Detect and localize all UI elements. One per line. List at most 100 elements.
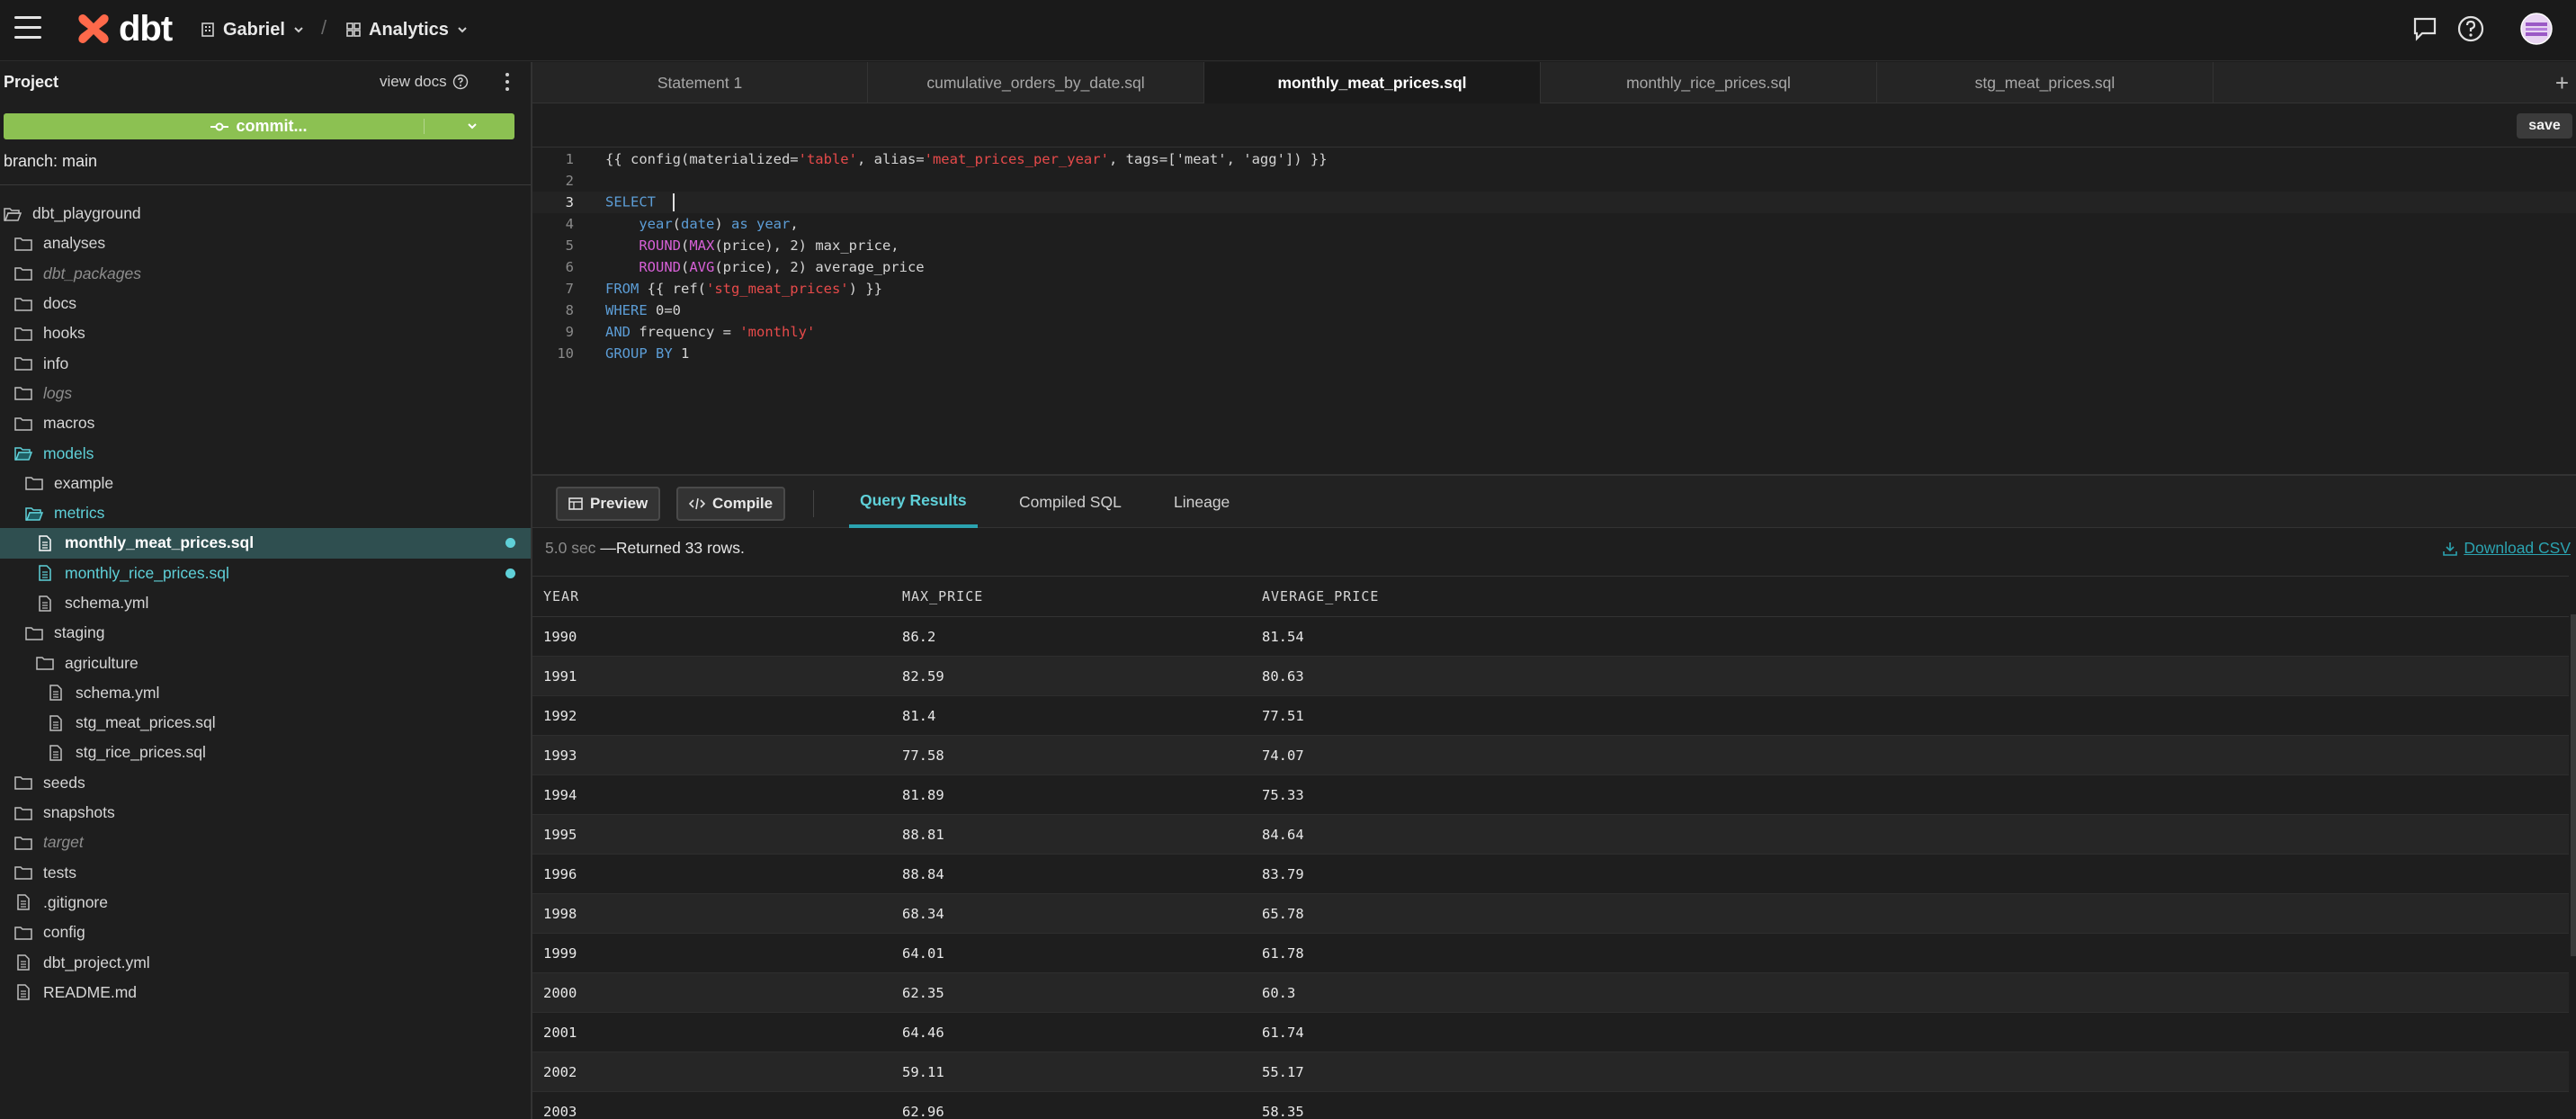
code-text: GROUP BY 1 bbox=[605, 345, 690, 362]
dbt-logo[interactable]: dbt bbox=[76, 9, 173, 49]
tree-item[interactable]: analyses bbox=[0, 228, 531, 258]
line-number: 4 bbox=[565, 216, 574, 232]
editor-tab[interactable]: cumulative_orders_by_date.sql bbox=[868, 62, 1204, 103]
chevron-down-icon[interactable] bbox=[466, 117, 479, 135]
tree-item[interactable]: agriculture bbox=[0, 648, 531, 677]
tree-item[interactable]: snapshots bbox=[0, 798, 531, 828]
tree-item[interactable]: hooks bbox=[0, 318, 531, 348]
table-cell: 58.35 bbox=[1262, 1103, 1304, 1119]
tree-item[interactable]: target bbox=[0, 828, 531, 857]
column-header[interactable]: YEAR bbox=[543, 588, 579, 604]
editor-tab[interactable]: stg_meat_prices.sql bbox=[1877, 62, 2214, 103]
more-options-icon[interactable] bbox=[505, 73, 511, 93]
tree-item[interactable]: metrics bbox=[0, 498, 531, 528]
tree-item[interactable]: macros bbox=[0, 408, 531, 438]
preview-button[interactable]: Preview bbox=[556, 487, 661, 521]
tree-item-label: staging bbox=[54, 623, 105, 642]
tree-item[interactable]: stg_rice_prices.sql bbox=[0, 738, 531, 767]
tree-item[interactable]: staging bbox=[0, 618, 531, 648]
git-commit-icon bbox=[210, 122, 229, 130]
org-switcher[interactable]: Gabriel bbox=[200, 16, 305, 43]
code-editor[interactable]: 1 {{ config(materialized='table', alias='… bbox=[532, 148, 2576, 472]
menu-icon[interactable] bbox=[14, 16, 41, 40]
editor-tab[interactable]: monthly_rice_prices.sql bbox=[1541, 62, 1877, 103]
chevron-down-icon bbox=[294, 27, 303, 33]
tree-item[interactable]: config bbox=[0, 918, 531, 947]
editor-tabs: stg_meat_prices.sql monthly_rice_prices.s… bbox=[532, 62, 2576, 103]
folder-icon bbox=[14, 357, 32, 371]
tree-item-label: README.md bbox=[43, 982, 138, 1001]
folder-icon bbox=[36, 657, 54, 670]
compile-button[interactable]: Compile bbox=[676, 487, 786, 521]
file-icon bbox=[39, 595, 51, 612]
tree-item[interactable]: models bbox=[0, 438, 531, 468]
tree-item-label: dbt_packages bbox=[43, 264, 141, 282]
results-scrollbar[interactable] bbox=[2571, 614, 2576, 956]
editor-tab[interactable]: monthly_meat_prices.sql bbox=[1204, 62, 1541, 103]
project-switcher[interactable]: Analytics bbox=[345, 16, 469, 43]
line-number: 1 bbox=[565, 151, 574, 167]
table-cell: 1992 bbox=[543, 707, 577, 724]
commit-button[interactable]: commit... bbox=[4, 113, 514, 139]
folder-icon bbox=[14, 327, 32, 341]
help-icon[interactable] bbox=[2455, 13, 2487, 45]
avatar[interactable] bbox=[2520, 13, 2553, 45]
tree-item[interactable]: docs bbox=[0, 289, 531, 318]
download-csv-link[interactable]: Download CSV bbox=[2442, 539, 2571, 558]
new-tab-icon[interactable]: + bbox=[2555, 69, 2569, 97]
code-text: SELECT bbox=[605, 193, 675, 211]
tree-item[interactable]: dbt_project.yml bbox=[0, 947, 531, 977]
tree-item[interactable]: dbt_packages bbox=[0, 259, 531, 289]
tree-item[interactable]: example bbox=[0, 469, 531, 498]
table-row: 2000 62.35 60.3 bbox=[532, 973, 2569, 1013]
file-icon bbox=[49, 745, 62, 761]
table-cell: 1993 bbox=[543, 747, 577, 764]
table-cell: 64.01 bbox=[902, 944, 944, 962]
tree-item[interactable]: stg_meat_prices.sql bbox=[0, 708, 531, 738]
folder-open-icon bbox=[25, 506, 43, 521]
editor-area: stg_meat_prices.sql monthly_rice_prices.s… bbox=[532, 62, 2576, 1119]
tree-item[interactable]: tests bbox=[0, 858, 531, 888]
tree-item[interactable]: monthly_rice_prices.sql bbox=[0, 559, 531, 588]
code-line: 5 ROUND(MAX(price), 2) max_price, bbox=[532, 235, 2576, 256]
tree-item[interactable]: info bbox=[0, 348, 531, 378]
tree-item[interactable]: dbt_playground bbox=[0, 199, 531, 228]
editor-tab[interactable]: Statement 1 bbox=[532, 62, 868, 103]
tree-item[interactable]: .gitignore bbox=[0, 888, 531, 918]
file-icon bbox=[17, 894, 30, 911]
table-cell: 1994 bbox=[543, 786, 577, 803]
code-text: year(date) as year, bbox=[639, 216, 799, 232]
editor-divider bbox=[532, 147, 2576, 148]
folder-icon bbox=[25, 477, 43, 491]
tree-item[interactable]: logs bbox=[0, 379, 531, 408]
table-cell: 64.46 bbox=[902, 1024, 944, 1041]
view-docs-link[interactable]: view docs bbox=[380, 73, 469, 91]
project-name: Analytics bbox=[369, 19, 449, 40]
tree-item-label: hooks bbox=[43, 324, 85, 343]
tree-item-label: stg_rice_prices.sql bbox=[76, 743, 206, 762]
table-row: 1991 82.59 80.63 bbox=[532, 657, 2569, 696]
tab-lineage[interactable]: Lineage bbox=[1174, 476, 1230, 528]
tree-item[interactable]: schema.yml bbox=[0, 588, 531, 618]
tab-query-results[interactable]: Query Results bbox=[849, 476, 978, 528]
save-button[interactable]: save bbox=[2517, 113, 2572, 139]
tree-item[interactable]: seeds bbox=[0, 768, 531, 798]
tree-item-label: stg_meat_prices.sql bbox=[76, 713, 216, 732]
compile-label: Compile bbox=[712, 495, 774, 512]
tree-item[interactable]: schema.yml bbox=[0, 678, 531, 708]
column-header[interactable]: MAX_PRICE bbox=[902, 588, 983, 604]
table-cell: 62.96 bbox=[902, 1103, 944, 1119]
table-row: 1993 77.58 74.07 bbox=[532, 736, 2569, 775]
line-number: 3 bbox=[565, 194, 574, 210]
tree-item[interactable]: README.md bbox=[0, 978, 531, 1007]
table-cell: 88.84 bbox=[902, 865, 944, 882]
tree-item-label: analyses bbox=[43, 234, 106, 253]
tab-compiled-sql[interactable]: Compiled SQL bbox=[1019, 476, 1122, 528]
table-row: 1999 64.01 61.78 bbox=[532, 934, 2569, 973]
file-tree: dbt_playground analyses dbt_packagesdocs ho… bbox=[0, 199, 531, 1007]
chat-icon[interactable] bbox=[2409, 13, 2441, 45]
column-header[interactable]: AVERAGE_PRICE bbox=[1262, 588, 1379, 604]
tree-item[interactable]: monthly_meat_prices.sql bbox=[0, 528, 531, 559]
folder-icon bbox=[14, 776, 32, 791]
table-cell: 82.59 bbox=[902, 667, 944, 685]
